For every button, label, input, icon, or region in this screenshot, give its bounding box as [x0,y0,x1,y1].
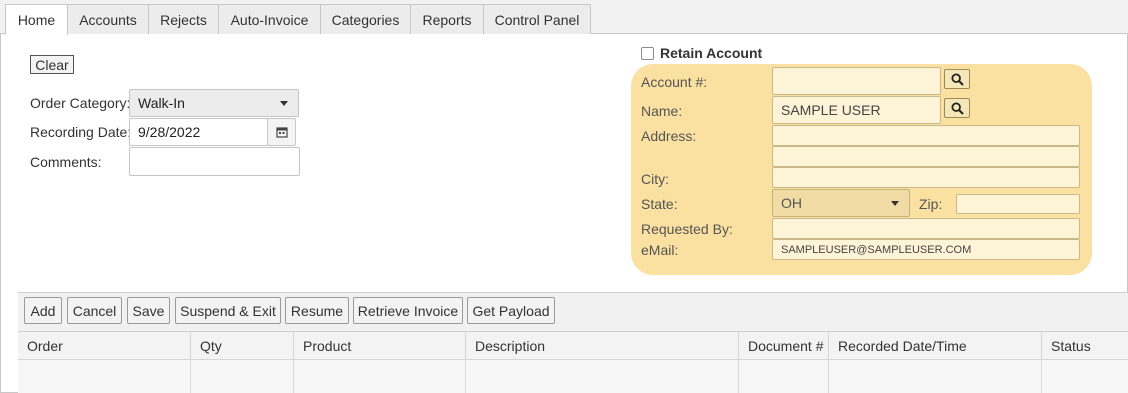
order-category-label: Order Category: [30,95,131,111]
column-product[interactable]: Product [293,332,465,360]
name-search-button[interactable] [944,98,970,118]
cancel-button[interactable]: Cancel [67,297,122,324]
state-select[interactable]: OH [772,189,910,217]
suspend-exit-button[interactable]: Suspend & Exit [175,297,281,324]
tab-control-panel[interactable]: Control Panel [483,4,591,34]
email-input[interactable]: SAMPLEUSER@SAMPLEUSER.COM [772,239,1080,260]
order-category-select[interactable]: Walk-In [129,89,299,117]
save-button[interactable]: Save [127,297,170,324]
tab-home[interactable]: Home [5,4,68,35]
search-icon [950,72,964,86]
requested-by-label: Requested By: [641,221,733,237]
column-qty[interactable]: Qty [190,332,293,360]
chevron-down-icon [891,201,899,206]
tab-categories[interactable]: Categories [320,4,411,34]
address-line1-input[interactable] [772,125,1080,146]
cell-divider [738,360,739,393]
comments-input[interactable] [129,147,300,176]
order-category-value: Walk-In [138,95,185,111]
resume-button[interactable]: Resume [285,297,349,324]
tab-bar: Home Accounts Rejects Auto-Invoice Categ… [0,0,1128,35]
cell-divider [190,360,191,393]
order-grid: Order Qty Product Description Document #… [18,331,1128,393]
recording-date-input[interactable]: 9/28/2022 [129,118,268,146]
state-value: OH [781,195,802,211]
address-line2-input[interactable] [772,146,1080,167]
cell-divider [465,360,466,393]
name-input[interactable]: SAMPLE USER [772,96,941,124]
column-status[interactable]: Status [1041,332,1128,360]
clear-button[interactable]: Clear [30,55,74,74]
account-search-button[interactable] [944,69,970,89]
get-payload-button[interactable]: Get Payload [467,297,555,324]
column-description[interactable]: Description [465,332,738,360]
tab-auto-invoice[interactable]: Auto-Invoice [218,4,321,34]
column-recorded-datetime[interactable]: Recorded Date/Time [828,332,1041,360]
search-icon [950,101,964,115]
table-row[interactable] [18,360,1128,393]
add-button[interactable]: Add [24,297,62,324]
retain-account-checkbox[interactable] [641,47,654,60]
grid-header: Order Qty Product Description Document #… [18,332,1128,360]
tab-reports[interactable]: Reports [410,4,484,34]
email-label: eMail: [641,242,679,258]
account-number-input[interactable] [772,67,941,95]
cell-divider [293,360,294,393]
calendar-button[interactable] [267,118,296,146]
cell-divider [828,360,829,393]
comments-label: Comments: [30,154,102,170]
retrieve-invoice-button[interactable]: Retrieve Invoice [353,297,463,324]
chevron-down-icon [280,101,288,106]
zip-input[interactable] [956,194,1080,214]
column-order[interactable]: Order [18,332,190,360]
state-label: State: [641,196,678,212]
tab-accounts[interactable]: Accounts [67,4,149,34]
zip-label: Zip: [919,196,943,212]
cell-divider [1041,360,1042,393]
account-number-label: Account #: [641,74,708,90]
tab-rejects[interactable]: Rejects [148,4,219,34]
calendar-icon [275,127,288,138]
recording-date-label: Recording Date: [30,124,132,140]
retain-account-label: Retain Account [660,45,763,61]
city-label: City: [641,171,669,187]
city-input[interactable] [772,167,1080,188]
address-label: Address: [641,128,697,144]
requested-by-input[interactable] [772,218,1080,239]
column-document-number[interactable]: Document # [738,332,828,360]
name-label: Name: [641,103,683,119]
